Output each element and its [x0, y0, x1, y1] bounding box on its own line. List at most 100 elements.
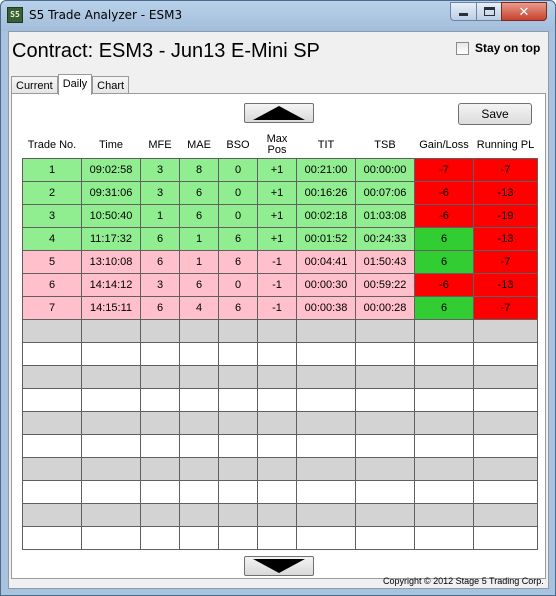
table-cell[interactable]: 00:01:52 [296, 226, 356, 251]
empty-cell[interactable] [140, 525, 180, 550]
empty-cell[interactable] [140, 502, 180, 527]
minimize-button[interactable] [450, 2, 477, 21]
table-cell[interactable]: 6 [218, 226, 258, 251]
table-cell[interactable]: 00:16:26 [296, 180, 356, 205]
empty-cell[interactable] [355, 387, 415, 412]
table-cell[interactable]: 3 [140, 157, 180, 182]
empty-cell[interactable] [81, 456, 141, 481]
empty-cell[interactable] [414, 525, 474, 550]
empty-cell[interactable] [22, 433, 82, 458]
table-cell[interactable]: -13 [473, 226, 538, 251]
column-header[interactable]: BSO [218, 133, 258, 158]
empty-cell[interactable] [473, 525, 538, 550]
table-cell[interactable]: 8 [179, 157, 219, 182]
empty-cell[interactable] [218, 410, 258, 435]
empty-cell[interactable] [355, 364, 415, 389]
table-cell[interactable]: 1 [179, 226, 219, 251]
empty-cell[interactable] [22, 525, 82, 550]
empty-cell[interactable] [81, 318, 141, 343]
table-cell[interactable]: 3 [140, 180, 180, 205]
table-cell[interactable]: +1 [257, 180, 297, 205]
empty-cell[interactable] [355, 502, 415, 527]
table-cell[interactable]: -19 [473, 203, 538, 228]
empty-cell[interactable] [414, 502, 474, 527]
column-header[interactable]: Trade No. [22, 133, 82, 158]
empty-cell[interactable] [296, 318, 356, 343]
table-row[interactable]: 1 09:02:58 3 8 0 +1 00:21:00 00:00:00 -7 -7 [22, 157, 538, 182]
table-cell[interactable]: 5 [22, 249, 82, 274]
empty-cell[interactable] [355, 318, 415, 343]
table-cell[interactable]: 6 [179, 272, 219, 297]
empty-cell[interactable] [179, 456, 219, 481]
empty-cell[interactable] [257, 433, 297, 458]
empty-cell[interactable] [355, 341, 415, 366]
empty-cell[interactable] [22, 364, 82, 389]
table-cell[interactable]: 6 [22, 272, 82, 297]
stay-on-top-toggle[interactable]: Stay on top [456, 41, 540, 55]
empty-cell[interactable] [140, 479, 180, 504]
empty-cell[interactable] [218, 387, 258, 412]
empty-cell[interactable] [257, 387, 297, 412]
close-button[interactable]: ✕ [501, 2, 547, 21]
maximize-button[interactable] [476, 2, 502, 21]
table-cell[interactable]: 6 [140, 249, 180, 274]
table-cell[interactable]: -1 [257, 272, 297, 297]
empty-cell[interactable] [81, 525, 141, 550]
empty-cell[interactable] [296, 479, 356, 504]
empty-table-row[interactable] [22, 456, 538, 481]
table-cell[interactable]: 1 [140, 203, 180, 228]
table-cell[interactable]: 09:31:06 [81, 180, 141, 205]
empty-cell[interactable] [414, 456, 474, 481]
table-cell[interactable]: 00:00:28 [355, 295, 415, 320]
table-cell[interactable]: 6 [218, 249, 258, 274]
table-row[interactable]: 3 10:50:40 1 6 0 +1 00:02:18 01:03:08 -6 -19 [22, 203, 538, 228]
table-cell[interactable]: 0 [218, 157, 258, 182]
empty-cell[interactable] [179, 525, 219, 550]
table-cell[interactable]: -6 [414, 180, 474, 205]
empty-cell[interactable] [218, 364, 258, 389]
empty-cell[interactable] [473, 456, 538, 481]
table-cell[interactable]: 6 [218, 295, 258, 320]
empty-cell[interactable] [22, 456, 82, 481]
empty-cell[interactable] [140, 433, 180, 458]
table-cell[interactable]: -7 [473, 249, 538, 274]
empty-cell[interactable] [473, 479, 538, 504]
empty-cell[interactable] [140, 410, 180, 435]
table-cell[interactable]: 00:24:33 [355, 226, 415, 251]
empty-table-row[interactable] [22, 387, 538, 412]
column-header[interactable]: Gain/Loss [414, 133, 474, 158]
column-header[interactable]: Running PL [473, 133, 538, 158]
empty-cell[interactable] [140, 456, 180, 481]
empty-cell[interactable] [355, 479, 415, 504]
table-cell[interactable]: 00:59:22 [355, 272, 415, 297]
table-cell[interactable]: 00:00:38 [296, 295, 356, 320]
empty-cell[interactable] [355, 525, 415, 550]
table-cell[interactable]: 00:02:18 [296, 203, 356, 228]
empty-cell[interactable] [179, 502, 219, 527]
table-cell[interactable]: 4 [179, 295, 219, 320]
empty-cell[interactable] [81, 387, 141, 412]
scroll-up-button[interactable] [244, 103, 314, 123]
empty-cell[interactable] [296, 387, 356, 412]
table-cell[interactable]: 14:15:11 [81, 295, 141, 320]
empty-cell[interactable] [257, 318, 297, 343]
empty-cell[interactable] [257, 479, 297, 504]
empty-cell[interactable] [22, 341, 82, 366]
empty-cell[interactable] [179, 341, 219, 366]
empty-table-row[interactable] [22, 525, 538, 550]
table-row[interactable]: 5 13:10:08 6 1 6 -1 00:04:41 01:50:43 6 -7 [22, 249, 538, 274]
empty-cell[interactable] [218, 433, 258, 458]
column-header[interactable]: Max Pos [257, 133, 297, 158]
empty-cell[interactable] [414, 364, 474, 389]
empty-cell[interactable] [473, 433, 538, 458]
empty-table-row[interactable] [22, 318, 538, 343]
table-cell[interactable]: 6 [414, 226, 474, 251]
table-cell[interactable]: -1 [257, 295, 297, 320]
table-row[interactable]: 4 11:17:32 6 1 6 +1 00:01:52 00:24:33 6 -13 [22, 226, 538, 251]
column-header[interactable]: TIT [296, 133, 356, 158]
empty-cell[interactable] [473, 318, 538, 343]
empty-cell[interactable] [218, 318, 258, 343]
empty-table-row[interactable] [22, 502, 538, 527]
table-cell[interactable]: 01:03:08 [355, 203, 415, 228]
empty-table-row[interactable] [22, 364, 538, 389]
